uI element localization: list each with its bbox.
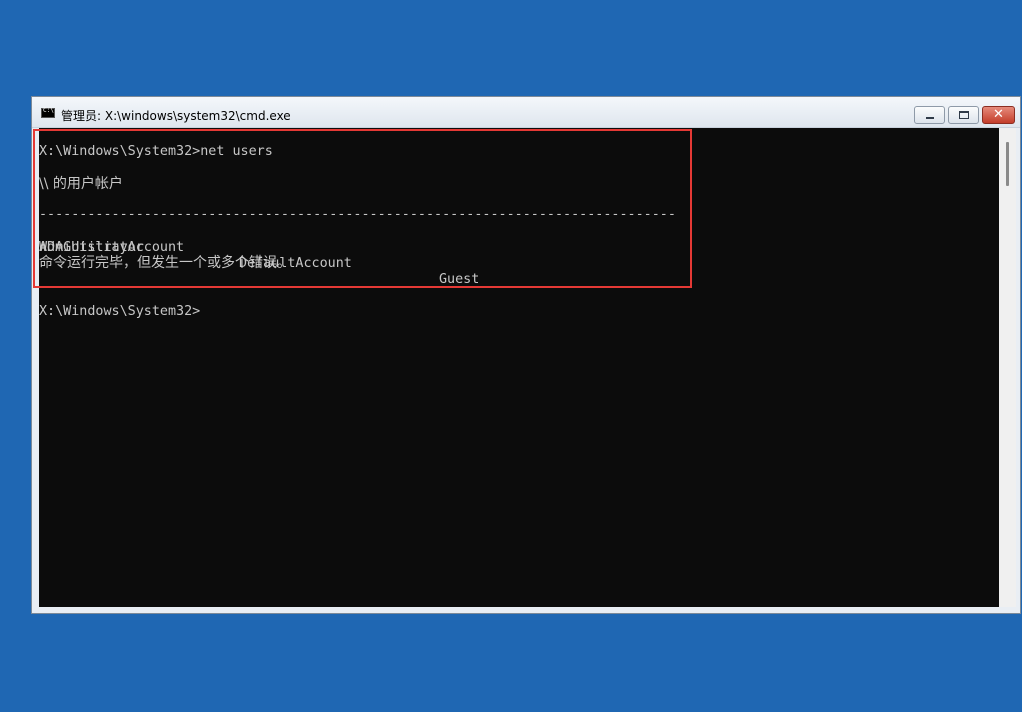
window-title: 管理员: X:\windows\system32\cmd.exe (61, 109, 291, 123)
restore-icon (959, 111, 969, 119)
vertical-scrollbar[interactable] (999, 128, 1016, 607)
command-line: X:\Windows\System32>net users (39, 144, 273, 159)
close-icon: ✕ (993, 107, 1004, 122)
minimize-button[interactable] (914, 106, 945, 124)
account-name: WDAGUtilityAccount (39, 240, 185, 255)
command-prompt: X:\Windows\System32> (39, 304, 201, 319)
separator-line: ----------------------------------------… (39, 207, 676, 222)
minimize-icon (926, 117, 934, 119)
title-bar[interactable]: 管理员: X:\windows\system32\cmd.exe ✕ (32, 97, 1020, 128)
accounts-header: \\ 的用户帐户 (39, 176, 123, 192)
cmd-window: 管理员: X:\windows\system32\cmd.exe ✕ X:\Wi… (31, 96, 1021, 614)
status-message: 命令运行完毕，但发生一个或多个错误。 (39, 255, 291, 271)
close-button[interactable]: ✕ (982, 106, 1015, 124)
scrollbar-thumb[interactable] (1006, 142, 1009, 186)
cmd-icon[interactable] (41, 107, 55, 118)
console-output[interactable]: X:\Windows\System32>net users \\ 的用户帐户 -… (39, 128, 999, 607)
account-name: Guest (439, 272, 480, 287)
maximize-button[interactable] (948, 106, 979, 124)
